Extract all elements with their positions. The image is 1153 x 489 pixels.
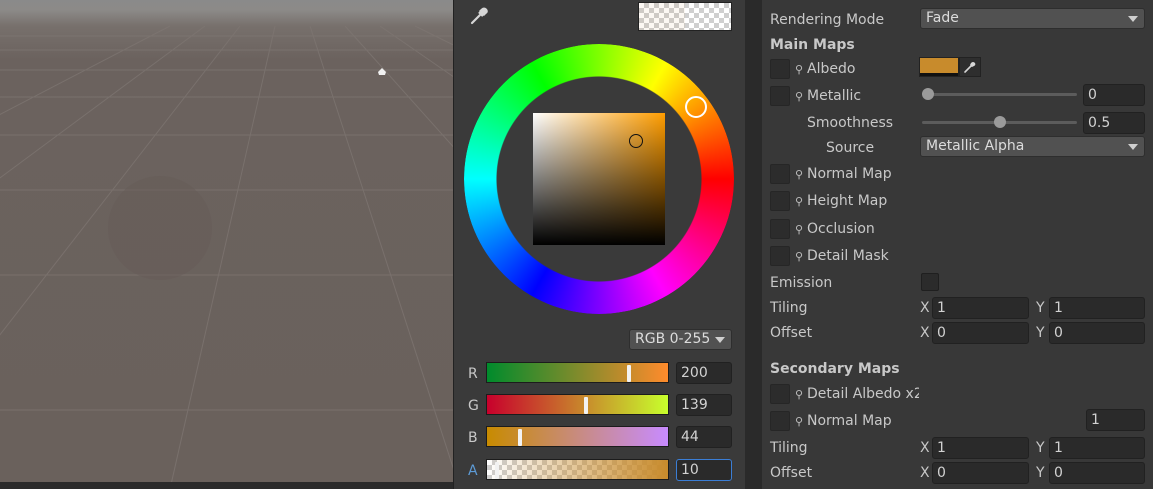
offset-label: Offset (770, 325, 813, 341)
occlusion-label: Occlusion (807, 221, 875, 237)
detail-albedo-texture-slot[interactable] (770, 384, 790, 404)
metallic-label: Metallic (807, 88, 862, 104)
height-map-label: Height Map (807, 193, 888, 209)
tiling-x-input[interactable]: 1 (932, 297, 1029, 319)
texture-picker-icon[interactable]: ⚲ (795, 413, 803, 431)
rendering-mode-dropdown[interactable]: Fade (920, 8, 1145, 29)
secondary-tiling-x-label: X (920, 440, 930, 456)
eyedropper-icon (964, 62, 976, 73)
secondary-offset-x-input[interactable]: 0 (932, 462, 1029, 484)
emission-label: Emission (770, 275, 833, 291)
channel-a-handle[interactable] (495, 462, 499, 479)
main-maps-heading: Main Maps (770, 37, 855, 53)
rendering-mode-label: Rendering Mode (770, 12, 885, 28)
color-preview-swatch (638, 2, 732, 31)
detail-mask-label: Detail Mask (807, 248, 889, 264)
albedo-eyedropper-button[interactable] (959, 57, 981, 77)
channel-r-label: R (468, 366, 478, 382)
scene-viewport[interactable] (0, 0, 453, 489)
smoothness-slider-knob[interactable] (993, 116, 1006, 128)
channel-b-handle[interactable] (518, 429, 522, 446)
texture-picker-icon[interactable]: ⚲ (795, 193, 803, 211)
texture-picker-icon[interactable]: ⚲ (795, 88, 803, 106)
color-mode-value: RGB 0-255 (635, 331, 711, 347)
texture-picker-icon[interactable]: ⚲ (795, 61, 803, 79)
saturation-value-square[interactable] (533, 113, 665, 245)
channel-a-slider[interactable] (486, 459, 669, 480)
secondary-offset-y-input[interactable]: 0 (1049, 462, 1145, 484)
rendering-mode-value: Fade (926, 10, 959, 26)
secondary-offset-y-label: Y (1036, 465, 1045, 481)
metallic-slider-knob[interactable] (922, 88, 934, 100)
channel-b-label: B (468, 430, 478, 446)
secondary-tiling-y-label: Y (1036, 440, 1045, 456)
eyedropper-icon[interactable] (469, 6, 489, 26)
secondary-tiling-y-input[interactable]: 1 (1049, 437, 1145, 459)
source-label: Source (826, 140, 875, 156)
texture-picker-icon[interactable]: ⚲ (795, 248, 803, 266)
panel-divider (745, 0, 762, 489)
offset-y-input[interactable]: 0 (1049, 322, 1145, 344)
metallic-texture-slot[interactable] (770, 86, 790, 106)
emission-checkbox[interactable] (921, 273, 939, 291)
channel-b-slider[interactable] (486, 426, 669, 447)
albedo-label: Albedo (807, 61, 856, 77)
tiling-label: Tiling (770, 300, 808, 316)
material-inspector: Rendering Mode Fade Main Maps ⚲ Albedo ⚲… (762, 0, 1153, 489)
tiling-y-label: Y (1036, 300, 1045, 316)
secondary-normal-scale-input[interactable]: 1 (1086, 409, 1145, 431)
chevron-down-icon (1128, 144, 1138, 150)
offset-x-input[interactable]: 0 (932, 322, 1029, 344)
smoothness-label: Smoothness (807, 115, 894, 131)
secondary-offset-x-label: X (920, 465, 930, 481)
hue-wheel[interactable] (464, 44, 734, 314)
channel-r-slider[interactable] (486, 362, 669, 383)
channel-g-handle[interactable] (584, 397, 588, 414)
channel-g-slider[interactable] (486, 394, 669, 415)
detail-mask-texture-slot[interactable] (770, 246, 790, 266)
channel-r-handle[interactable] (627, 365, 631, 382)
color-mode-dropdown[interactable]: RGB 0-255 (629, 329, 732, 350)
secondary-normal-map-label: Normal Map (807, 413, 892, 429)
tiling-x-label: X (920, 300, 930, 316)
channel-a-input[interactable]: 10 (676, 459, 732, 481)
offset-y-label: Y (1036, 325, 1045, 341)
detail-albedo-label: Detail Albedo x2 (807, 386, 919, 402)
scene-grid (0, 25, 453, 489)
channel-b-input[interactable]: 44 (676, 426, 732, 448)
metallic-input[interactable]: 0 (1083, 84, 1145, 106)
channel-r-input[interactable]: 200 (676, 362, 732, 384)
channel-a-label: A (468, 463, 478, 479)
sv-handle[interactable] (629, 134, 643, 148)
channel-g-label: G (468, 398, 479, 414)
color-picker-panel: RGB 0-255 R 200 G 139 B 44 A 10 (453, 0, 746, 489)
hue-handle[interactable] (685, 96, 707, 118)
viewport-bottom-bar (0, 482, 453, 489)
texture-picker-icon[interactable]: ⚲ (795, 166, 803, 184)
chevron-down-icon (1128, 16, 1138, 22)
normal-map-texture-slot[interactable] (770, 164, 790, 184)
albedo-color-swatch[interactable] (919, 57, 959, 77)
secondary-tiling-x-input[interactable]: 1 (932, 437, 1029, 459)
normal-map-label: Normal Map (807, 166, 892, 182)
source-dropdown[interactable]: Metallic Alpha (920, 136, 1145, 157)
secondary-offset-label: Offset (770, 465, 813, 481)
secondary-tiling-label: Tiling (770, 440, 808, 456)
channel-g-input[interactable]: 139 (676, 394, 732, 416)
height-map-texture-slot[interactable] (770, 191, 790, 211)
secondary-normal-map-texture-slot[interactable] (770, 411, 790, 431)
chevron-down-icon (715, 337, 725, 343)
source-value: Metallic Alpha (926, 138, 1025, 154)
texture-picker-icon[interactable]: ⚲ (795, 386, 803, 404)
tiling-y-input[interactable]: 1 (1049, 297, 1145, 319)
texture-picker-icon[interactable]: ⚲ (795, 221, 803, 239)
occlusion-texture-slot[interactable] (770, 219, 790, 239)
smoothness-input[interactable]: 0.5 (1083, 112, 1145, 134)
albedo-texture-slot[interactable] (770, 59, 790, 79)
metallic-slider-track[interactable] (922, 93, 1077, 96)
secondary-maps-heading: Secondary Maps (770, 361, 900, 377)
offset-x-label: X (920, 325, 930, 341)
